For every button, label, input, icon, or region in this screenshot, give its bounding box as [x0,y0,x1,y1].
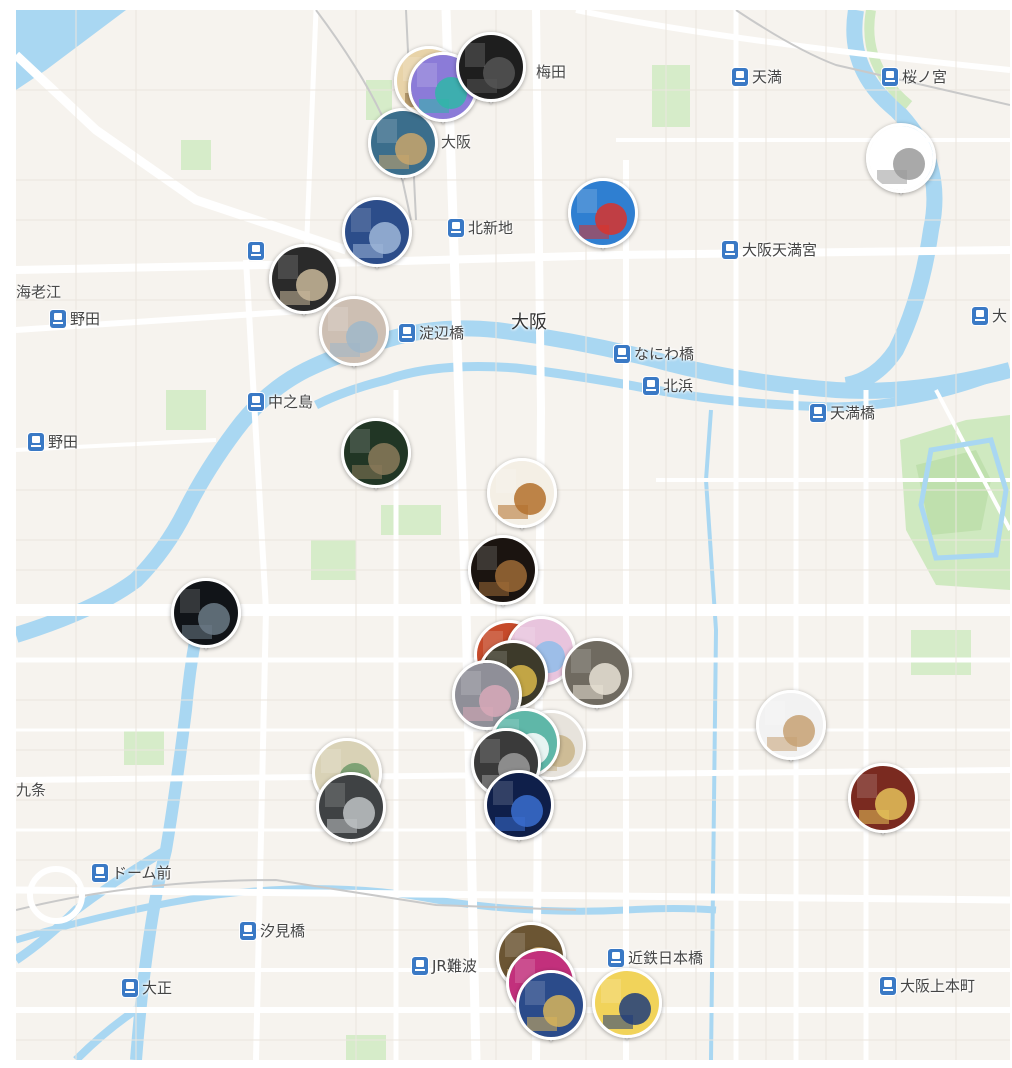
station-kitahama[interactable]: 北浜 [643,376,693,396]
label-umeda: 梅田 [536,63,567,81]
photo-thumbnail-icon [562,638,632,708]
pin-abstract-texture[interactable] [319,296,389,382]
station-osaka-tenmangu[interactable]: 大阪天満宮 [722,240,817,260]
photo-thumbnail-icon [866,123,936,193]
map-canvas[interactable]: 梅田 大阪 大阪 海老江 九条 天満 桜ノ宮 北新地 大阪天満宮 野田 淀辺橋 … [16,10,1010,1060]
station-kintetsu-nipponbashi[interactable]: 近鉄日本橋 [608,948,703,968]
pin-red-interior[interactable] [848,763,918,849]
train-station-icon [28,433,44,451]
label-ebie: 海老江 [16,283,62,301]
station-shiomibashi[interactable]: 汐見橋 [240,921,305,941]
station-noda-1[interactable]: 野田 [50,309,100,329]
train-station-icon [810,404,826,422]
pin-dark-gallery-room[interactable] [171,578,241,664]
station-nakanoshima[interactable]: 中之島 [248,392,313,412]
train-station-icon [412,957,428,975]
pin-blue-exhibition[interactable] [484,770,554,856]
photo-thumbnail-icon [756,690,826,760]
train-station-icon [643,377,659,395]
station-taisho[interactable]: 大正 [122,978,172,998]
train-station-icon [248,393,264,411]
photo-thumbnail-icon [456,32,526,102]
station-fukushima[interactable] [248,242,264,260]
photo-thumbnail-icon [568,178,638,248]
pin-teacup[interactable] [756,690,826,776]
train-station-icon [50,310,66,328]
photo-thumbnail-icon [592,968,662,1038]
photo-thumbnail-icon [316,772,386,842]
photo-thumbnail-icon [342,197,412,267]
station-naniwabashi[interactable]: なにわ橋 [614,344,694,364]
photo-thumbnail-icon [171,578,241,648]
label-osaka-area: 大阪 [511,312,547,333]
pin-bronze-bowl[interactable] [468,535,538,621]
station-sakuranomiya[interactable]: 桜ノ宮 [882,67,947,87]
photo-thumbnail-icon [848,763,918,833]
station-yodoyabashi[interactable]: 淀辺橋 [399,323,464,343]
station-kitashinchi[interactable]: 北新地 [448,218,513,238]
station-cut-right[interactable]: 大 [972,306,1007,326]
train-station-icon [122,979,138,997]
photo-thumbnail-icon [468,535,538,605]
train-station-icon [92,864,108,882]
station-osaka-uehommachi[interactable]: 大阪上本町 [880,976,975,996]
station-noda-2[interactable]: 野田 [28,432,78,452]
pin-comic-art[interactable] [568,178,638,264]
pin-museum-hall[interactable] [316,772,386,858]
train-station-icon [608,949,624,967]
pin-forest-sculpture[interactable] [341,418,411,504]
label-kujo: 九条 [16,781,47,799]
station-dome-mae[interactable]: ドーム前 [92,863,172,883]
pin-glass-building[interactable] [342,197,412,283]
station-temmabashi[interactable]: 天満橋 [810,403,875,423]
pin-bookshelf[interactable] [516,970,586,1056]
photo-thumbnail-icon [319,296,389,366]
train-station-icon [248,242,264,260]
train-station-icon [399,324,415,342]
pin-dark-art-top[interactable] [456,32,526,118]
train-station-icon [614,345,630,363]
train-station-icon [448,219,464,237]
train-station-icon [972,307,988,325]
train-station-icon [732,68,748,86]
train-station-icon [880,977,896,995]
photo-thumbnail-icon [341,418,411,488]
pin-wooden-object[interactable] [487,458,557,544]
train-station-icon [240,922,256,940]
train-station-icon [882,68,898,86]
station-jr-namba[interactable]: JR難波 [412,956,477,976]
photo-thumbnail-icon [487,458,557,528]
pin-line-drawing[interactable] [866,123,936,209]
station-tenma[interactable]: 天満 [732,67,782,87]
photo-thumbnail-icon [516,970,586,1040]
train-station-icon [722,241,738,259]
photo-thumbnail-icon [484,770,554,840]
pin-kimono-print[interactable] [592,968,662,1054]
